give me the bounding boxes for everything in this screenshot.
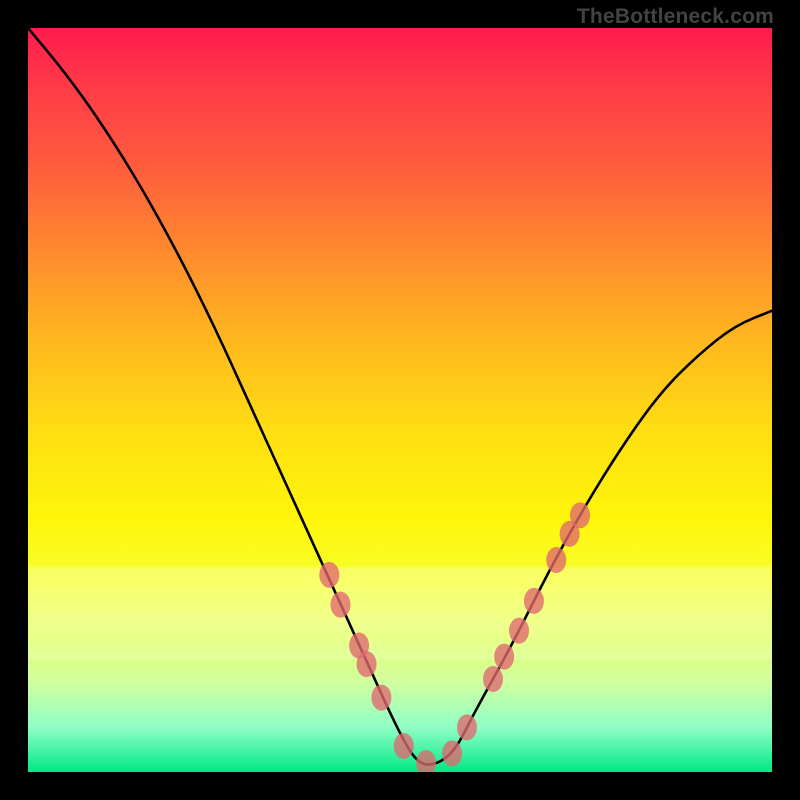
highlight-dot bbox=[494, 644, 514, 670]
highlight-dot bbox=[483, 666, 503, 692]
highlight-dot bbox=[524, 588, 544, 614]
highlight-dot bbox=[330, 592, 350, 618]
highlight-dot bbox=[546, 547, 566, 573]
highlight-dot bbox=[570, 502, 590, 528]
highlight-dot bbox=[416, 750, 436, 772]
bottleneck-curve bbox=[28, 28, 772, 765]
plot-area bbox=[28, 28, 772, 772]
highlight-dot bbox=[319, 562, 339, 588]
highlight-dot bbox=[457, 714, 477, 740]
watermark-text: TheBottleneck.com bbox=[577, 6, 774, 27]
highlight-dot bbox=[394, 733, 414, 759]
highlight-dot bbox=[357, 651, 377, 677]
highlight-dots bbox=[319, 502, 590, 772]
chart-frame: TheBottleneck.com bbox=[0, 0, 800, 800]
highlight-dot bbox=[442, 740, 462, 766]
chart-svg bbox=[28, 28, 772, 772]
highlight-dot bbox=[371, 685, 391, 711]
highlight-dot bbox=[509, 618, 529, 644]
